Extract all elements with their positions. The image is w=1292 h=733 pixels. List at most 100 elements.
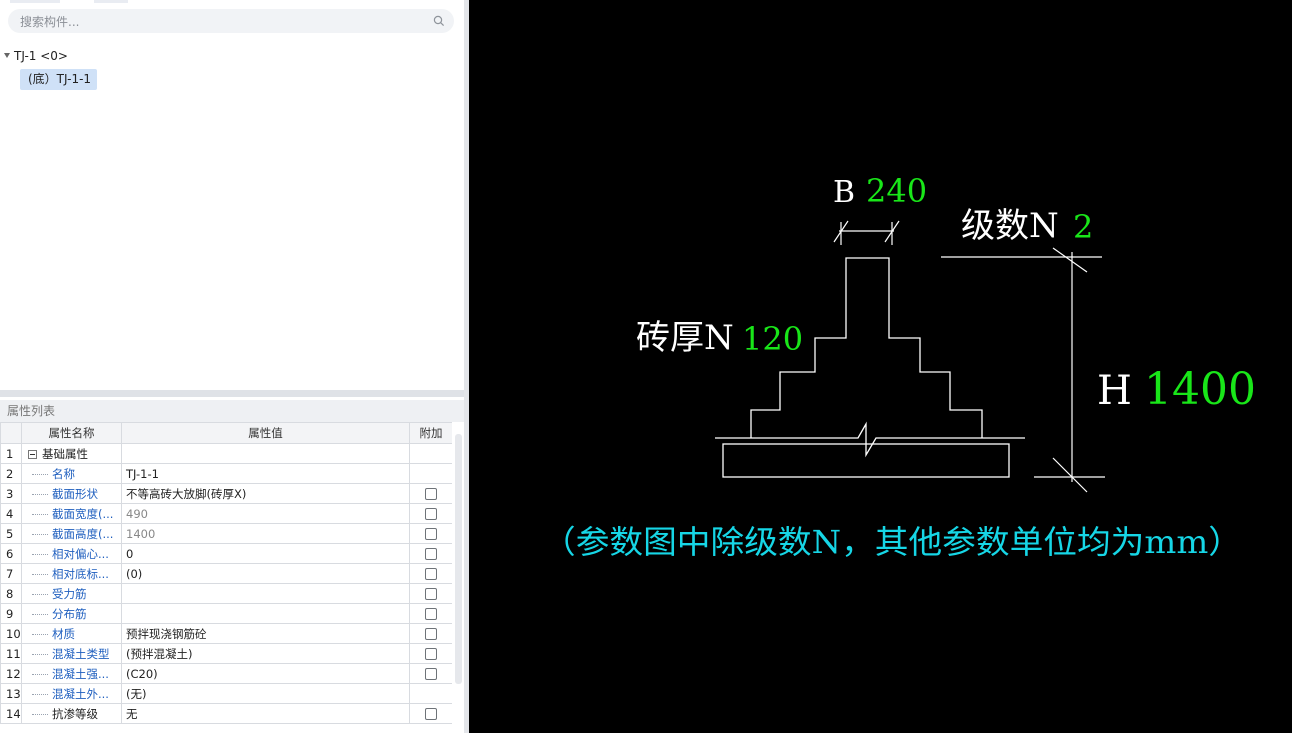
table-row[interactable]: 9 分布筋 (0, 603, 452, 624)
extra-checkbox[interactable] (425, 628, 437, 640)
extra-checkbox[interactable] (425, 488, 437, 500)
vertical-scrollbar[interactable] (453, 422, 464, 733)
table-row[interactable]: 13 混凝土外... (无) (0, 683, 452, 704)
extra-checkbox[interactable] (425, 648, 437, 660)
property-name-cell[interactable]: 混凝土强... (21, 663, 122, 684)
property-name-cell[interactable]: 抗渗等级 (21, 703, 122, 724)
property-value[interactable]: 无 (121, 703, 410, 724)
property-name-cell[interactable]: 相对偏心... (21, 543, 122, 564)
property-extra (409, 503, 452, 524)
property-extra (409, 523, 452, 544)
extra-checkbox[interactable] (425, 708, 437, 720)
row-index: 1 (0, 443, 22, 464)
scrollbar-thumb[interactable] (455, 434, 462, 684)
property-name: 混凝土外... (26, 687, 109, 701)
row-index: 9 (0, 603, 22, 624)
header-name[interactable]: 属性名称 (21, 422, 122, 444)
tree-item-child[interactable]: (底）TJ-1-1 (20, 69, 98, 90)
property-name: 相对偏心... (26, 547, 109, 561)
property-value[interactable]: 490 (121, 503, 410, 524)
search-input[interactable] (18, 12, 422, 32)
property-name: 截面高度(... (26, 527, 113, 541)
row-index: 2 (0, 463, 22, 484)
property-name-cell[interactable]: 材质 (21, 623, 122, 644)
table-row[interactable]: 11 混凝土类型 (预拌混凝土) (0, 643, 452, 664)
property-value[interactable] (121, 583, 410, 604)
table-row[interactable]: 2 名称 TJ-1-1 (0, 463, 452, 484)
property-name-cell[interactable]: 截面宽度(... (21, 503, 122, 524)
property-name: 截面宽度(... (26, 507, 113, 521)
table-row[interactable]: 6 相对偏心... 0 (0, 543, 452, 564)
property-value[interactable]: 0 (121, 543, 410, 564)
drawing-canvas[interactable]: B 240 级数N 2 砖厚N 120 H 1400 （参数图中除级数N，其他参… (469, 0, 1292, 733)
table-row[interactable]: 3 截面形状 不等高砖大放脚(砖厚X) (0, 483, 452, 504)
property-name: 分布筋 (26, 607, 87, 621)
property-extra (409, 663, 452, 684)
property-name-cell[interactable]: 名称 (21, 463, 122, 484)
property-name: 相对底标... (26, 567, 109, 581)
extra-checkbox[interactable] (425, 588, 437, 600)
property-value[interactable]: (预拌混凝土) (121, 643, 410, 664)
panel-splitter[interactable] (0, 385, 464, 397)
table-row[interactable]: 5 截面高度(... 1400 (0, 523, 452, 544)
property-extra (409, 703, 452, 724)
row-index: 12 (0, 663, 22, 684)
caret-down-icon[interactable] (4, 53, 10, 58)
tree-item-root[interactable]: TJ-1 <0> (4, 48, 68, 64)
property-name-cell[interactable]: 混凝土类型 (21, 643, 122, 664)
extra-checkbox[interactable] (425, 548, 437, 560)
header-value[interactable]: 属性值 (121, 422, 410, 444)
table-row[interactable]: 8 受力筋 (0, 583, 452, 604)
tab-stub[interactable] (10, 0, 60, 3)
table-row[interactable]: 7 相对底标... (0) (0, 563, 452, 584)
h-label: H (1097, 368, 1132, 414)
table-row[interactable]: 1 基础属性 (0, 443, 452, 464)
extra-checkbox[interactable] (425, 568, 437, 580)
property-extra (409, 483, 452, 504)
row-index: 8 (0, 583, 22, 604)
table-row[interactable]: 14 抗渗等级 无 (0, 703, 452, 724)
property-name-cell[interactable]: 基础属性 (21, 443, 122, 464)
property-value[interactable] (121, 603, 410, 624)
header-extra[interactable]: 附加 (409, 422, 452, 444)
row-index: 10 (0, 623, 22, 644)
property-value[interactable] (121, 443, 410, 464)
table-row[interactable]: 12 混凝土强... (C20) (0, 663, 452, 684)
property-name-cell[interactable]: 截面形状 (21, 483, 122, 504)
property-value[interactable]: (0) (121, 563, 410, 584)
property-value[interactable]: (C20) (121, 663, 410, 684)
property-name-cell[interactable]: 混凝土外... (21, 683, 122, 704)
row-index: 5 (0, 523, 22, 544)
property-name-cell[interactable]: 受力筋 (21, 583, 122, 604)
row-index: 4 (0, 503, 22, 524)
search-icon[interactable] (433, 15, 445, 27)
extra-checkbox[interactable] (425, 608, 437, 620)
property-extra (409, 603, 452, 624)
property-value[interactable]: TJ-1-1 (121, 463, 410, 484)
property-name: 名称 (26, 467, 75, 481)
property-name-cell[interactable]: 相对底标... (21, 563, 122, 584)
extra-checkbox[interactable] (425, 508, 437, 520)
property-value[interactable]: (无) (121, 683, 410, 704)
property-name: 截面形状 (26, 487, 98, 501)
property-name-cell[interactable]: 分布筋 (21, 603, 122, 624)
property-value[interactable]: 1400 (121, 523, 410, 544)
h-value: 1400 (1144, 364, 1256, 415)
extra-checkbox[interactable] (425, 528, 437, 540)
properties-table-body: 1 基础属性 2 名称 TJ-1-1 3 截面形状 不等高砖大放脚(砖厚X) 4 截面宽度(...… (0, 443, 452, 724)
row-index: 13 (0, 683, 22, 704)
property-name-cell[interactable]: 截面高度(... (21, 523, 122, 544)
table-row[interactable]: 4 截面宽度(... 490 (0, 503, 452, 524)
property-extra (409, 643, 452, 664)
header-index (0, 422, 22, 444)
property-value[interactable]: 不等高砖大放脚(砖厚X) (121, 483, 410, 504)
extra-checkbox[interactable] (425, 668, 437, 680)
property-value[interactable]: 预拌现浇钢筋砼 (121, 623, 410, 644)
row-index: 3 (0, 483, 22, 504)
property-name: 混凝土强... (26, 667, 109, 681)
property-extra (409, 463, 452, 484)
collapse-icon[interactable] (28, 449, 37, 459)
tab-stub[interactable] (94, 0, 128, 3)
table-row[interactable]: 10 材质 预拌现浇钢筋砼 (0, 623, 452, 644)
tree-child-label: (底）TJ-1-1 (28, 72, 92, 86)
